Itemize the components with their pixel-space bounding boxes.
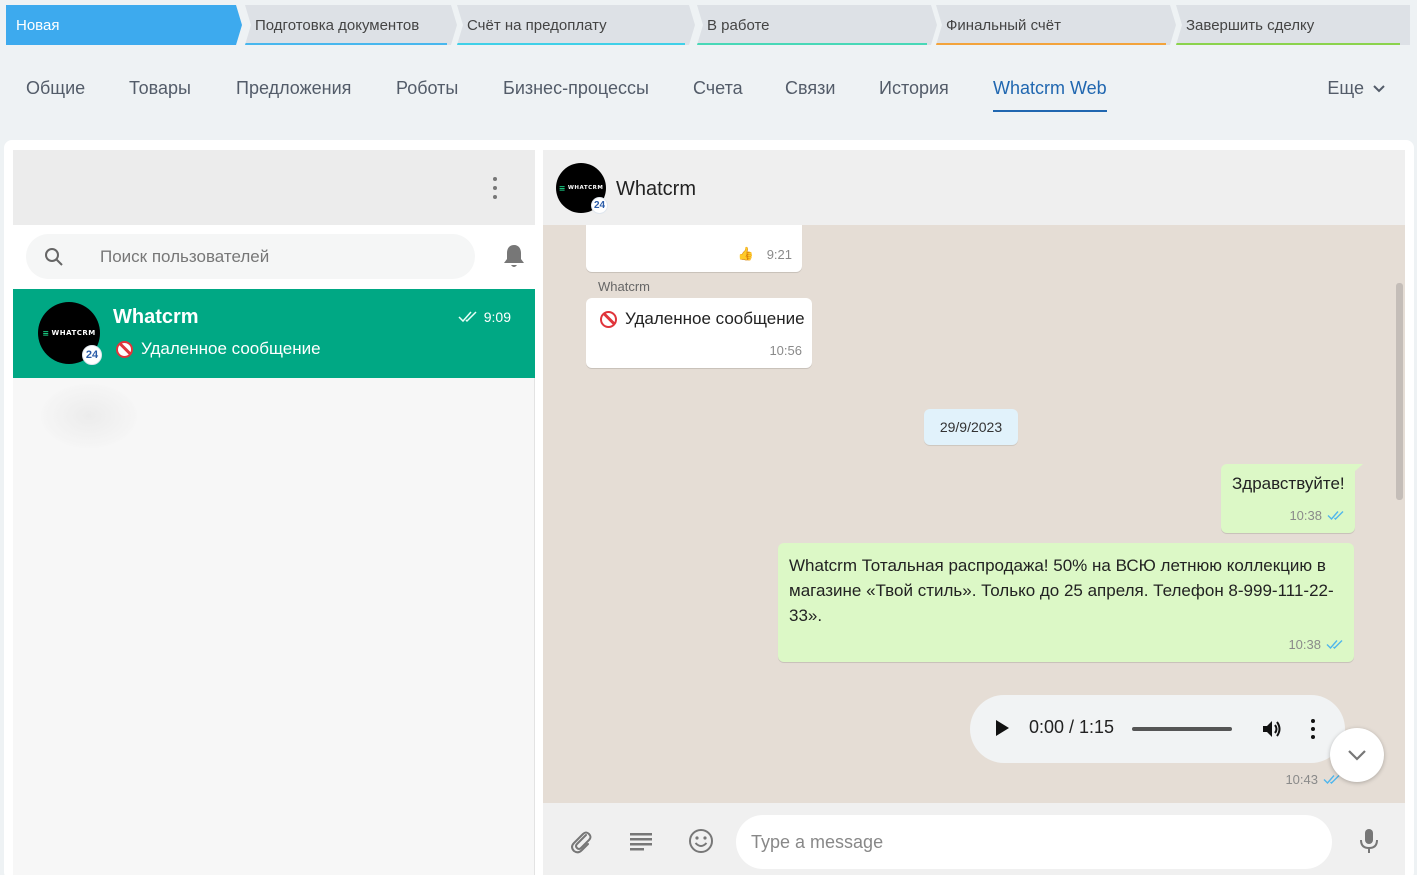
tab-robots[interactable]: Роботы (396, 78, 458, 112)
deal-stage-pipeline: Новая Подготовка документов Счёт на пред… (6, 5, 1410, 45)
menu-kebab-icon[interactable] (485, 176, 505, 200)
double-check-icon (1327, 511, 1344, 521)
chat-list-panel: ≡WHATCRM 24 Whatcrm 9:09 Удаленное сообщ… (13, 150, 535, 875)
message-input[interactable] (736, 815, 1332, 869)
chat-name: Whatcrm (113, 306, 199, 328)
search-bar (13, 225, 535, 289)
more-tabs-button[interactable]: Еще (1327, 78, 1386, 99)
tab-history[interactable]: История (879, 78, 949, 112)
message-incoming[interactable]: Удаленное сообщение 10:56 (586, 298, 812, 368)
double-check-icon (1323, 775, 1340, 785)
message-outgoing[interactable]: Здравствуйте! 10:38 (1221, 464, 1363, 533)
chat-list-item[interactable]: ≡ WHATCRM 24 Whatcrm 9:09 Удаленное сообщ… (13, 289, 535, 378)
tab-whatcrm-web[interactable]: Whatcrm Web (993, 78, 1107, 112)
message-area[interactable]: 👍 9:21 Whatcrm Удаленное сообщение 10:56… (543, 225, 1405, 803)
chevron-down-icon (1348, 750, 1366, 761)
avatar[interactable]: ≡ WHATCRM 24 (556, 163, 608, 214)
deleted-icon (600, 310, 617, 328)
templates-icon[interactable] (627, 827, 655, 855)
audio-player: 0:00 / 1:15 (970, 695, 1345, 763)
conversation-header: ≡ WHATCRM 24 Whatcrm (543, 150, 1405, 225)
tab-invoices[interactable]: Счета (693, 78, 743, 112)
play-icon[interactable] (996, 720, 1009, 736)
audio-time-label: 0:00 / 1:15 (1029, 717, 1115, 737)
bitrix24-badge: 24 (591, 197, 608, 214)
audio-progress-track[interactable] (1132, 727, 1232, 731)
whatcrm-logo: ≡ WHATCRM (42, 328, 96, 338)
conversation-title: Whatcrm (616, 178, 696, 200)
tab-products[interactable]: Товары (129, 78, 191, 112)
date-divider: 29/9/2023 (924, 409, 1018, 445)
tab-links[interactable]: Связи (785, 78, 835, 112)
placeholder-shadow (41, 384, 137, 448)
microphone-icon[interactable] (1355, 827, 1383, 855)
emoji-icon[interactable] (687, 827, 715, 855)
chat-time: 9:09 (458, 309, 511, 325)
volume-icon[interactable] (1260, 717, 1284, 741)
scrollbar[interactable] (1396, 283, 1403, 500)
audio-message-meta: 10:43 (1285, 772, 1341, 787)
stage-in-progress[interactable]: В работе (697, 5, 937, 45)
search-input[interactable] (100, 246, 450, 268)
stage-close-deal[interactable]: Завершить сделку (1176, 5, 1410, 45)
double-check-icon (458, 311, 477, 323)
message-incoming[interactable]: 👍 9:21 (586, 225, 802, 272)
stage-final-invoice[interactable]: Финальный счёт (936, 5, 1176, 45)
stage-prepayment-invoice[interactable]: Счёт на предоплату (457, 5, 695, 45)
scroll-down-button[interactable] (1330, 728, 1384, 782)
whatcrm-logo: ≡ WHATCRM (558, 183, 604, 193)
paperclip-icon[interactable] (567, 827, 595, 855)
search-icon (45, 248, 63, 266)
avatar: ≡ WHATCRM 24 (38, 302, 102, 365)
bell-icon[interactable] (503, 243, 525, 269)
message-outgoing[interactable]: Whatcrm Тотальная распродажа! 50% на ВСЮ… (778, 543, 1354, 662)
whatcrm-widget: ≡WHATCRM 24 Whatcrm 9:09 Удаленное сообщ… (4, 140, 1414, 875)
deleted-icon (116, 340, 133, 358)
tab-offers[interactable]: Предложения (236, 78, 351, 112)
stage-docs[interactable]: Подготовка документов (245, 5, 457, 45)
double-check-icon (1326, 640, 1343, 650)
sender-name: Whatcrm (598, 279, 650, 294)
stage-new[interactable]: Новая (6, 5, 242, 45)
chat-preview: Удаленное сообщение (116, 339, 321, 359)
message-composer (543, 803, 1405, 875)
bitrix24-badge: 24 (82, 345, 102, 365)
tab-business-processes[interactable]: Бизнес-процессы (503, 78, 649, 112)
search-box (26, 234, 475, 279)
chevron-down-icon (1373, 84, 1385, 92)
thumbs-up-icon: 👍 (737, 246, 754, 261)
deal-tabs: Общие Товары Предложения Роботы Бизнес-п… (26, 78, 1396, 114)
chat-list-header (13, 150, 535, 225)
tab-general[interactable]: Общие (26, 78, 85, 112)
conversation-panel: ≡ WHATCRM 24 Whatcrm 👍 9:21 Whatcrm Удале… (543, 150, 1405, 875)
audio-menu-kebab-icon[interactable] (1310, 719, 1316, 739)
